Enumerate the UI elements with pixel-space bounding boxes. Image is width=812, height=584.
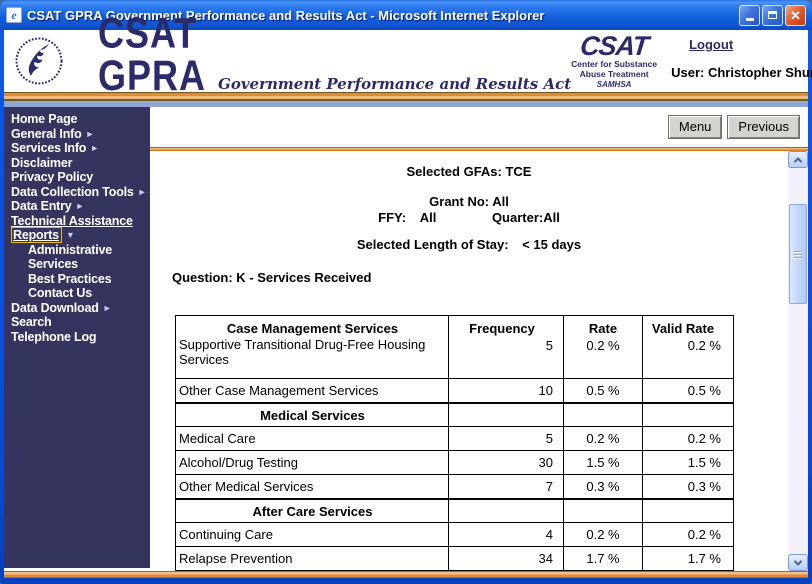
page-toolbar: Menu Previous [150,107,808,147]
chevron-right-icon: ► [75,201,85,211]
report-page: Selected GFAs: TCE Grant No: All FFY: Al… [150,151,788,571]
window-controls: ✕ [739,4,806,26]
sidebar-item-disclaimer[interactable]: Disclaimer [11,156,150,171]
column-header-valid-rate: Valid Rate [651,321,715,336]
selected-gfas-text: Selected GFAs: TCE [406,164,532,179]
table-section-row: Medical Services [175,401,734,427]
maximize-button[interactable] [762,4,783,26]
column-header-frequency: Frequency [469,321,535,336]
thumb-grip-icon [794,253,802,255]
table-row: Other Medical Services 7 0.3 % 0.3 % [175,474,734,499]
question-text: Question: K - Services Received [172,270,372,285]
logout-link[interactable]: Logout [689,37,812,52]
chevron-up-icon [793,156,803,166]
grant-no-text: Grant No: All [429,194,509,209]
report-table-body: Case Management Services Supportive Tran… [175,315,734,571]
sidebar-item-data-collection-tools[interactable]: Data Collection Tools ► [11,185,150,200]
table-row: Other Case Management Services 10 0.5 % 0.5… [175,378,734,403]
browser-window: e CSAT GPRA Government Performance and R… [0,0,812,584]
sidebar-item-technical-assistance[interactable]: Technical Assistance [11,214,150,229]
length-of-stay-label: Selected Length of Stay: [356,237,509,252]
ffy-label: FFY: [378,210,407,225]
sidebar-item-contact-us[interactable]: Contact Us [11,286,131,301]
csat-logo: CSAT Center for Substance Abuse Treatmen… [571,31,657,89]
app-logo-text: CSAT GPRA [98,8,207,100]
thumb-grip-icon [794,256,802,258]
ffy-quarter-text: FFY: All Quarter:All [150,210,788,225]
table-row: Alcohol/Drug Testing 30 1.5 % 1.5 % [175,450,734,475]
header-user-area: Logout User: Christopher Shumway [671,30,812,80]
chevron-down-icon: ▼ [65,230,75,240]
window-frame: CSAT GPRA Government Performance and Res… [4,11,812,578]
csat-logo-acronym: CSAT [578,31,650,62]
sidebar-item-search[interactable]: Search [11,315,150,330]
sidebar-item-general-info[interactable]: General Info ► [11,127,150,142]
csat-logo-line3: SAMHSA [596,79,632,89]
length-of-stay-value: < 15 days [522,237,582,252]
close-button[interactable]: ✕ [785,4,806,26]
sidebar-item-data-entry[interactable]: Data Entry ► [11,199,150,214]
chevron-right-icon: ► [90,143,99,153]
content-area: Menu Previous Selected GFAs: TCE Grant N… [150,107,808,571]
quarter-text: Quarter:All [491,210,560,225]
sidebar-item-telephone-log[interactable]: Telephone Log [11,330,150,345]
app-logo-tagline: Government Performance and Results Act [218,75,572,93]
previous-button[interactable]: Previous [727,115,800,139]
sidebar-item-data-download[interactable]: Data Download ► [11,301,150,316]
ffy-value: All [419,210,437,225]
hhs-eagle-logo [15,37,63,85]
logged-in-user: User: Christopher Shumway [671,65,812,80]
internet-explorer-icon: e [6,7,22,23]
app-header: CSAT GPRA Government Performance and Res… [4,11,812,96]
maximize-icon [768,11,777,19]
chevron-right-icon: ► [85,128,95,139]
table-row: Medical Care 5 0.2 % 0.2 % [175,426,734,451]
sidebar-item-privacy-policy[interactable]: Privacy Policy [11,170,150,185]
length-of-stay-text: Selected Length of Stay: < 15 days [150,237,788,252]
scroll-down-button[interactable] [788,554,808,571]
scrollbar-track[interactable] [788,168,808,554]
table-cell-rate: 0.2 % [586,338,620,353]
app-logo: CSAT GPRA Government Performance and Res… [98,11,572,97]
scroll-up-button[interactable] [788,151,808,168]
chevron-right-icon: ► [102,302,112,313]
table-header-row: Case Management Services Supportive Tran… [175,315,734,379]
page-bottom-gold-bar [4,571,808,578]
sidebar-menu: Home Page General Info ► Services Info ► Disc… [4,107,150,568]
column-header-category: Case Management Services [226,321,399,336]
chevron-down-icon [793,556,803,566]
table-cell-service: Supportive Transitional Drug-Free Housin… [179,337,426,367]
table-cell-valid-rate: 0.2 % [687,338,721,353]
table-section-row: After Care Services [175,497,734,523]
chevron-right-icon: ► [137,186,147,197]
minimize-button[interactable] [739,4,760,26]
table-row: Continuing Care 4 0.2 % 0.2 % [175,522,734,547]
csat-logo-line2: Abuse Treatment [579,68,649,79]
sidebar-item-administrative-services[interactable]: Administrative Services [11,243,131,272]
scrollbar-thumb[interactable] [789,204,807,304]
column-header-rate: Rate [588,321,618,336]
sidebar-item-services-info[interactable]: Services Info ► [11,141,150,156]
main-area: Home Page General Info ► Services Info ► Disc… [4,107,808,571]
table-cell-frequency: 5 [545,338,553,353]
thumb-grip-icon [794,250,802,252]
menu-button[interactable]: Menu [667,115,723,139]
vertical-scrollbar[interactable] [788,151,808,571]
sidebar-item-reports[interactable]: Reports ▼ [11,227,150,243]
services-received-table: Case Management Services Supportive Tran… [175,315,734,571]
sidebar-item-best-practices[interactable]: Best Practices [11,272,131,287]
minimize-icon [745,18,754,21]
table-row: Relapse Prevention 34 1.7 % 1.7 % [175,546,734,571]
table-row: Recovery Coaching291.4 %1.4 % [175,570,734,571]
sidebar-item-home-page[interactable]: Home Page [11,112,150,127]
